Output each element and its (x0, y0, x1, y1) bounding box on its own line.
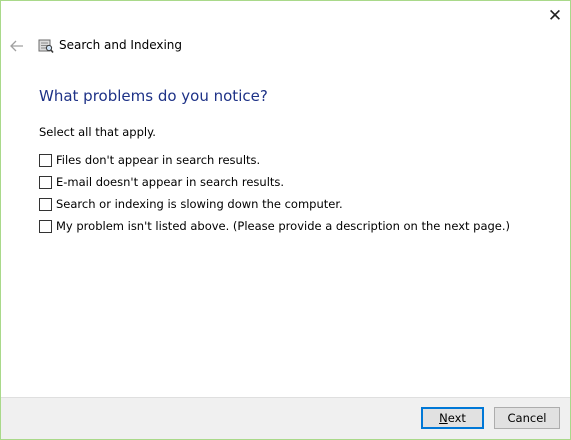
back-arrow-icon (10, 40, 23, 52)
option-label: My problem isn't listed above. (Please p… (56, 219, 511, 233)
option-slowing-down-computer[interactable]: Search or indexing is slowing down the c… (39, 193, 510, 215)
option-email-not-in-results[interactable]: E-mail doesn't appear in search results. (39, 171, 510, 193)
option-files-not-in-results[interactable]: Files don't appear in search results. (39, 149, 510, 171)
cancel-button[interactable]: Cancel (494, 407, 560, 429)
next-label-rest: ext (447, 411, 466, 425)
next-button[interactable]: Next (421, 407, 484, 429)
search-indexing-icon (38, 39, 54, 54)
checkbox[interactable] (39, 175, 52, 189)
option-label: E-mail doesn't appear in search results. (56, 175, 285, 189)
page-heading: What problems do you notice? (39, 87, 268, 105)
close-button[interactable]: ✕ (540, 1, 570, 31)
close-icon: ✕ (547, 6, 563, 26)
next-mnemonic: N (439, 411, 448, 425)
instruction-text: Select all that apply. (39, 125, 156, 139)
title-bar: Search and Indexing (1, 35, 570, 57)
option-problem-not-listed[interactable]: My problem isn't listed above. (Please p… (39, 215, 510, 237)
back-button[interactable] (7, 35, 27, 57)
troubleshooter-window: ✕ Search and Indexing What problems do y… (0, 0, 571, 440)
checkbox[interactable] (39, 153, 52, 167)
button-bar: Next Cancel (1, 397, 570, 439)
problem-options-list: Files don't appear in search results. E-… (39, 149, 510, 237)
window-title: Search and Indexing (59, 38, 183, 52)
option-label: Search or indexing is slowing down the c… (56, 197, 343, 211)
checkbox[interactable] (39, 219, 52, 233)
option-label: Files don't appear in search results. (56, 153, 261, 167)
checkbox[interactable] (39, 197, 52, 211)
